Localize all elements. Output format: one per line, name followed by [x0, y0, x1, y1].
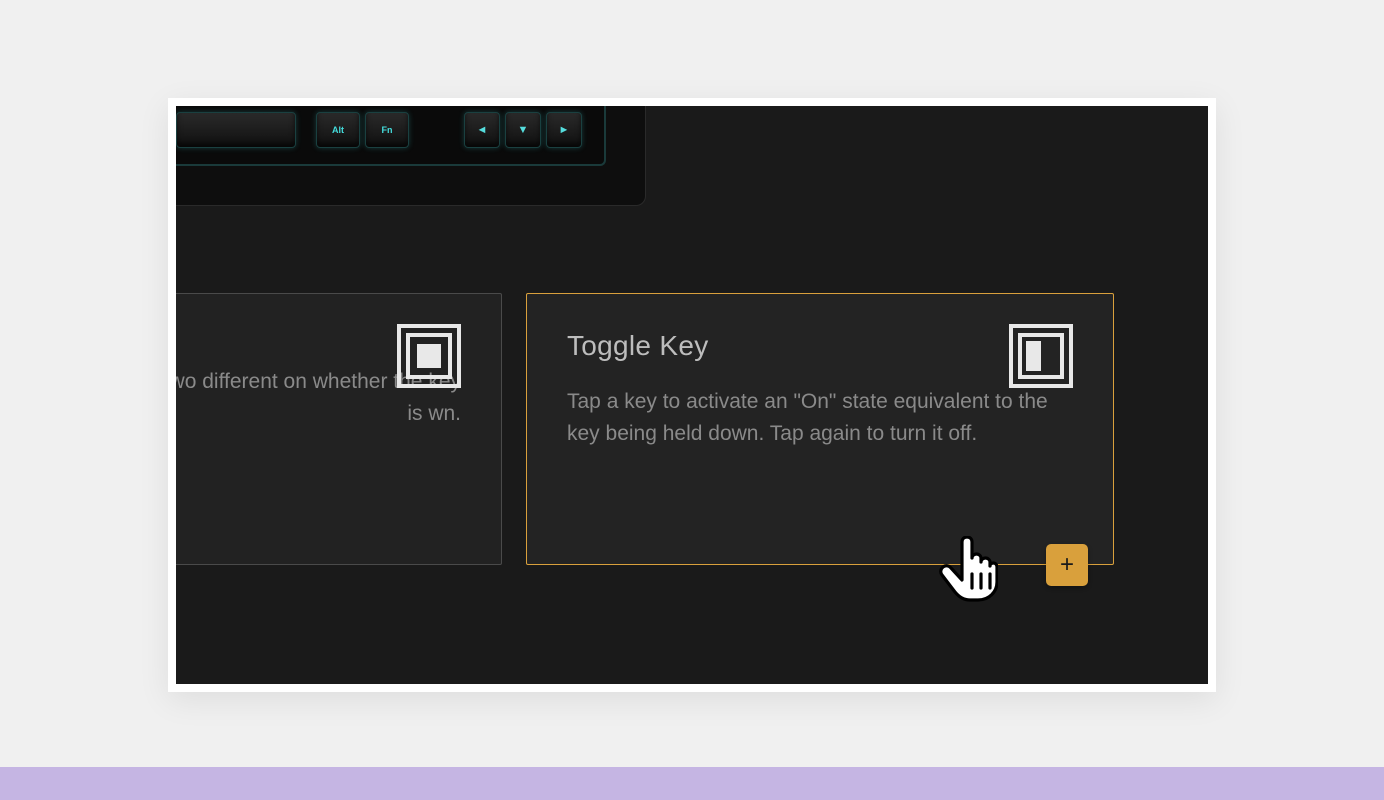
key-blank[interactable]	[176, 112, 296, 148]
add-button[interactable]: +	[1046, 544, 1088, 586]
key-arrow-left[interactable]: ◄	[464, 112, 500, 148]
card-title-toggle-key: Toggle Key	[567, 330, 1073, 362]
app-frame: Alt Fn ◄ ▼ ► to have two differ	[168, 98, 1216, 692]
key-fn[interactable]: Fn	[365, 112, 409, 148]
plus-icon: +	[1060, 553, 1074, 577]
keyboard-preview: Alt Fn ◄ ▼ ►	[176, 106, 646, 206]
arrow-down-icon: ▼	[518, 124, 529, 136]
card-desc-toggle-key: Tap a key to activate an "On" state equi…	[567, 386, 1073, 449]
decorative-bottom-strip	[0, 767, 1384, 800]
app-panel: Alt Fn ◄ ▼ ► to have two differ	[176, 106, 1208, 684]
half-square-icon	[1009, 324, 1073, 388]
option-card-toggle-key[interactable]: Toggle Key Tap a key to activate an "On"…	[526, 293, 1114, 565]
key-arrow-right[interactable]: ►	[546, 112, 582, 148]
arrow-left-icon: ◄	[477, 124, 488, 136]
option-card-partial[interactable]: to have two different on whether the key…	[176, 293, 502, 565]
arrow-right-icon: ►	[559, 124, 570, 136]
nested-squares-icon	[397, 324, 461, 388]
keyboard-inner: Alt Fn ◄ ▼ ►	[176, 106, 606, 166]
key-arrow-down[interactable]: ▼	[505, 112, 541, 148]
key-alt[interactable]: Alt	[316, 112, 360, 148]
